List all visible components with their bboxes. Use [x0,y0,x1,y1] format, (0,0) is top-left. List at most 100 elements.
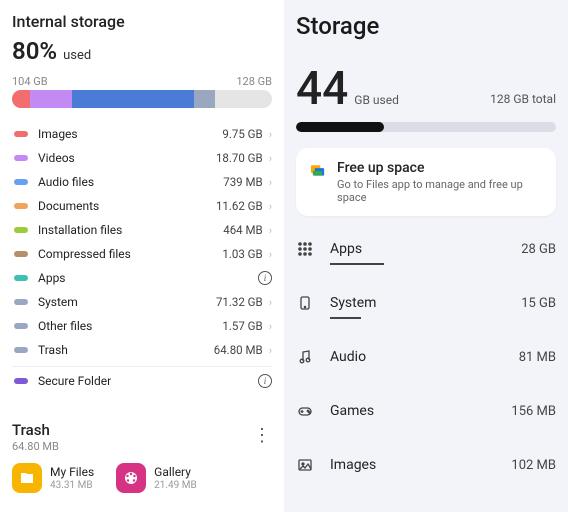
app-size: 21.49 MB [154,480,197,491]
images-icon [296,457,314,473]
free-up-space-card[interactable]: Free up space Go to Files app to manage … [296,148,556,216]
trash-title: Trash [12,421,59,439]
chevron-right-icon: › [269,224,272,237]
system-icon [296,295,314,311]
category-name: Apps [330,241,521,257]
trash-section-header: Trash 64.80 MB ⋮ [12,421,272,453]
category-swatch [14,131,28,137]
category-name: Games [330,403,511,419]
category-row[interactable]: Games 156 MB [296,384,556,438]
chevron-right-icon: › [269,176,272,189]
category-row[interactable]: Apps i [12,266,272,290]
usage-label: used [63,48,91,63]
category-row[interactable]: Trash 64.80 MB › [12,338,272,362]
category-name: System [330,295,521,311]
chevron-right-icon: › [269,296,272,309]
storage-bar [296,122,556,132]
secure-folder-row[interactable]: Secure Folder i [12,369,272,393]
capacity-labels: 104 GB 128 GB [12,75,272,88]
bar-segment [72,90,194,108]
category-size: 11.62 GB [216,199,263,213]
total-label: 128 GB total [490,92,556,106]
chevron-right-icon: › [269,344,272,357]
category-size: 1.03 GB [222,247,262,261]
category-row[interactable]: Documents 11.62 GB › [12,194,272,218]
app-name: My Files [50,465,94,479]
category-row[interactable]: Images 102 MB [296,438,556,492]
info-icon[interactable]: i [258,374,272,388]
category-list: Images 9.75 GB › Videos 18.70 GB › Audio… [12,122,272,362]
category-row[interactable]: Apps 28 GB [296,222,556,276]
usage-summary: 44 GB used 128 GB total [296,66,556,112]
usage-percent-value: 80% [12,37,57,65]
category-size: 9.75 GB [222,127,262,141]
category-row[interactable]: System 71.32 GB › [12,290,272,314]
category-bar [330,263,384,266]
info-icon[interactable]: i [258,271,272,285]
category-name: Videos [38,151,216,165]
used-unit: GB used [354,94,399,106]
category-swatch [14,227,28,233]
category-swatch [14,347,28,353]
category-bar [330,317,361,320]
chevron-right-icon: › [269,248,272,261]
category-row[interactable]: Audio files 739 MB › [12,170,272,194]
trash-size: 64.80 MB [12,440,59,453]
category-swatch [14,275,28,281]
category-size: 1.57 GB [222,319,262,333]
storage-bar [12,90,272,108]
category-size: 739 MB [223,175,262,189]
category-size: 15 GB [521,296,556,311]
category-swatch [14,179,28,185]
category-row[interactable]: Compressed files 1.03 GB › [12,242,272,266]
category-row[interactable]: Videos 18.70 GB › [12,146,272,170]
category-size: 64.80 MB [214,343,263,357]
card-title: Free up space [337,160,542,176]
bar-segment [194,90,215,108]
category-name: Trash [38,343,214,357]
category-row[interactable]: Images 9.75 GB › [12,122,272,146]
app-size: 43.31 MB [50,480,94,491]
category-size: 81 MB [519,350,556,365]
category-name: Installation files [38,223,223,237]
card-subtitle: Go to Files app to manage and free up sp… [337,178,542,204]
category-size: 156 MB [511,404,556,419]
chevron-right-icon: › [269,128,272,141]
page-title: Storage [296,12,556,40]
category-row[interactable]: Installation files 464 MB › [12,218,272,242]
category-name: Apps [38,271,252,285]
category-name: Other files [38,319,222,333]
category-name: Audio files [38,175,223,189]
category-name: Images [330,457,511,473]
files-app-icon [310,162,325,178]
chevron-right-icon: › [269,200,272,213]
capacity-total: 128 GB [236,75,272,88]
usage-percent: 80% used [12,37,272,65]
category-swatch [14,203,28,209]
category-row[interactable]: Other files 1.57 GB › [12,314,272,338]
games-icon [296,403,314,419]
category-size: 102 MB [511,458,556,473]
category-row[interactable]: System 15 GB [296,276,556,330]
category-row[interactable]: Documents & other 10 MB [296,492,556,512]
storage-pane: Storage 44 GB used 128 GB total Free up … [284,0,568,512]
category-row[interactable]: Audio 81 MB [296,330,556,384]
trash-app[interactable]: My Files 43.31 MB [12,463,94,493]
category-swatch [14,323,28,329]
divider [12,366,272,367]
category-list: Apps 28 GB System 15 GB Audio 81 MB Game… [296,222,556,512]
chevron-right-icon: › [269,152,272,165]
secure-folder-swatch [14,378,28,384]
capacity-used: 104 GB [12,75,48,88]
category-name: Images [38,127,222,141]
trash-app[interactable]: Gallery 21.49 MB [116,463,197,493]
trash-apps: My Files 43.31 MB Gallery 21.49 MB [12,463,272,493]
category-name: Compressed files [38,247,222,261]
category-size: 71.32 GB [216,295,263,309]
more-menu-icon[interactable]: ⋮ [251,421,272,450]
bar-segment [12,90,30,108]
app-name: Gallery [154,465,197,479]
secure-folder-label: Secure Folder [38,374,258,388]
app-icon [116,463,146,493]
category-size: 18.70 GB [216,151,263,165]
